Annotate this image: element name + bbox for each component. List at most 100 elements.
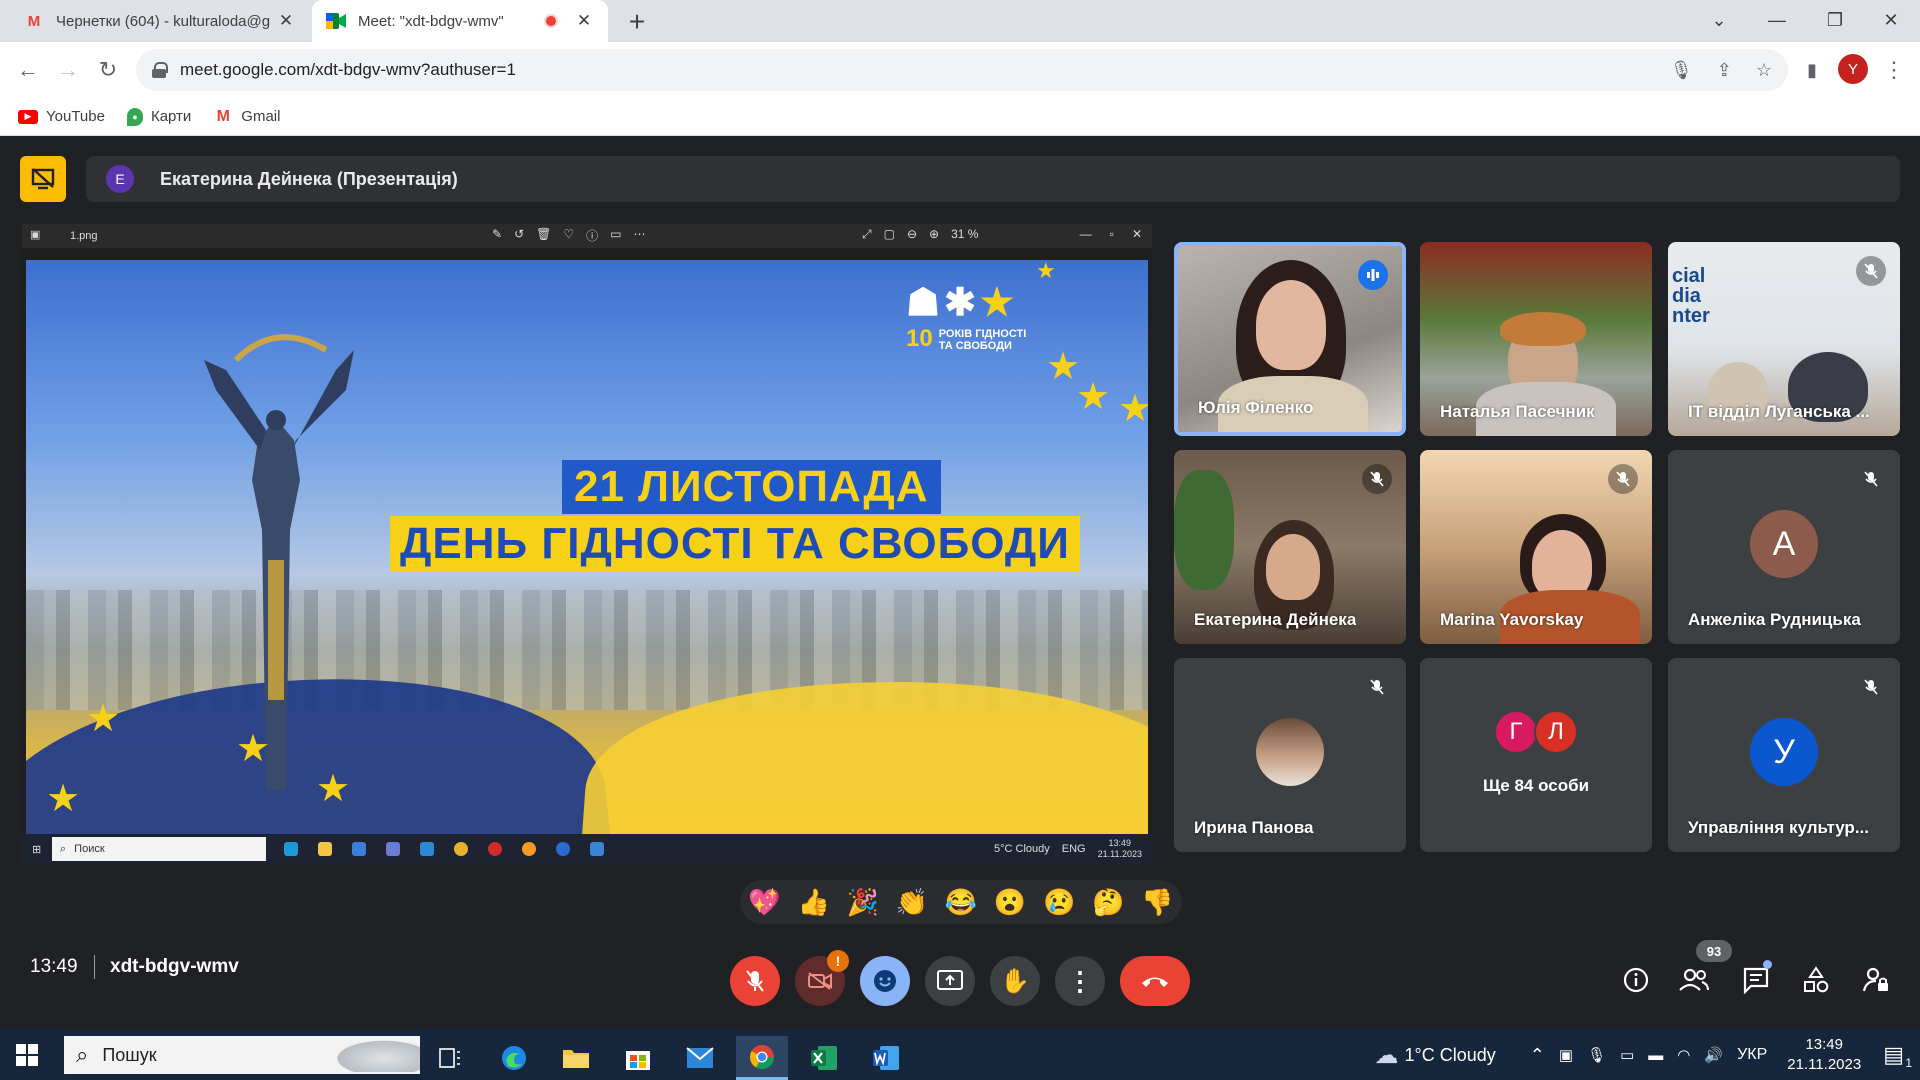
minimize-button[interactable]: — (1748, 0, 1806, 40)
volume-icon[interactable]: 🔊 (1704, 1046, 1723, 1064)
meeting-clock: 13:49 (30, 956, 78, 977)
url-text[interactable]: meet.google.com/xdt-bdgv-wmv?authuser=1 (180, 60, 516, 80)
presentation-screen[interactable]: ▣ 1.png ✎ ↺ 🗑 ♡ ⓘ ▭ ⋯ ⤢ ▢ ⊖ ⊕ 31 % — ▫ ✕… (22, 224, 1152, 864)
back-button[interactable]: ← (12, 54, 44, 86)
muted-mic-icon (1608, 464, 1638, 494)
bookmark-youtube[interactable]: ▶ YouTube (18, 108, 105, 125)
close-window-button[interactable]: ✕ (1862, 0, 1920, 40)
close-icon[interactable]: ✕ (276, 11, 296, 31)
emoji-reaction-button[interactable] (860, 956, 910, 1006)
reaction-laugh[interactable]: 😂 (941, 882, 981, 922)
muted-mic-icon (1856, 464, 1886, 494)
close-icon[interactable]: ✕ (574, 11, 594, 31)
word-icon[interactable] (860, 1036, 912, 1080)
microphone-icon[interactable]: 🎙 (1670, 60, 1693, 81)
reload-button[interactable]: ↻ (92, 54, 124, 86)
chat-button[interactable] (1738, 960, 1774, 998)
reaction-party[interactable]: 🎉 (843, 882, 883, 922)
leave-call-button[interactable] (1120, 956, 1190, 1006)
chrome-icon[interactable] (736, 1036, 788, 1080)
participant-tile[interactable]: А Анжеліка Рудницька (1668, 450, 1900, 644)
people-button[interactable] (1676, 962, 1712, 998)
mic-off-icon (746, 970, 764, 992)
participant-tile[interactable]: Екатерина Дейнека (1174, 450, 1406, 644)
slide-star: ★ (86, 698, 121, 740)
more-participants-tile[interactable]: Г Л Ще 84 особи (1420, 658, 1652, 852)
reaction-thumbs-down[interactable]: 👎 (1137, 882, 1177, 922)
bookmark-gmail[interactable]: M Gmail (213, 108, 281, 126)
present-screen-button[interactable] (925, 956, 975, 1006)
activities-button[interactable] (1798, 962, 1834, 998)
reaction-sad[interactable]: 😢 (1039, 882, 1079, 922)
slideshow-icon: ▭ (610, 227, 622, 241)
windows-start-icon[interactable] (16, 1044, 38, 1066)
host-controls-button[interactable] (1858, 962, 1894, 998)
calendar-icon (386, 842, 400, 856)
slide-star: ★ (1118, 388, 1148, 430)
info-icon: ⓘ (586, 229, 599, 243)
excel-icon[interactable] (798, 1036, 850, 1080)
edge-icon (284, 842, 298, 856)
info-icon (1623, 967, 1649, 993)
forward-button[interactable]: → (52, 54, 84, 86)
new-tab-button[interactable]: + (622, 6, 652, 38)
maps-icon: ● (126, 107, 143, 126)
file-name: 1.png (70, 230, 98, 242)
edge-icon[interactable] (488, 1036, 540, 1080)
wifi-icon[interactable]: ◠ (1677, 1046, 1690, 1064)
reaction-clap[interactable]: 👏 (892, 882, 932, 922)
notifications-icon[interactable]: ▤ 1 (1883, 1042, 1912, 1070)
tab-search-icon[interactable]: ⌄ (1690, 0, 1748, 40)
store-icon[interactable] (612, 1036, 664, 1080)
bookmark-star-icon[interactable]: ☆ (1756, 60, 1772, 81)
cloud-icon[interactable]: ☁ (1375, 1041, 1399, 1070)
participant-tile[interactable]: Наталья Пасечник (1420, 242, 1652, 436)
presentation-icon[interactable] (20, 156, 66, 202)
search-icon: ⌕ (76, 1042, 89, 1067)
zoom-out-icon: ⊖ (906, 227, 918, 241)
meeting-code: xdt-bdgv-wmv (110, 956, 239, 977)
reaction-thumbs-up[interactable]: 👍 (794, 882, 834, 922)
meeting-details-button[interactable] (1618, 962, 1654, 998)
profile-avatar[interactable]: Y (1838, 54, 1868, 84)
reaction-sparkling-heart[interactable]: 💖 (745, 882, 785, 922)
tab-meet[interactable]: Meet: "xdt-bdgv-wmv" ✕ (312, 0, 608, 42)
participant-photo-avatar (1256, 718, 1324, 786)
taskbar-search-box[interactable]: ⌕ Пошук (64, 1036, 420, 1074)
share-icon[interactable]: ⇪ (1717, 60, 1732, 81)
reaction-thinking[interactable]: 🤔 (1088, 882, 1128, 922)
menu-kebab-icon[interactable]: ⋮ (1878, 54, 1910, 86)
address-bar[interactable]: meet.google.com/xdt-bdgv-wmv?authuser=1 … (136, 49, 1788, 91)
side-panel-icon[interactable]: ▮ (1796, 54, 1828, 86)
maximize-button[interactable]: ❐ (1806, 0, 1864, 40)
weather-text[interactable]: 1°C Cloudy (1405, 1045, 1496, 1066)
raise-hand-button[interactable]: ✋ (990, 956, 1040, 1006)
clock[interactable]: 13:49 21.11.2023 (1787, 1035, 1861, 1075)
battery-icon[interactable]: ▬ (1648, 1047, 1663, 1064)
lock-icon[interactable] (152, 62, 168, 78)
participant-tile[interactable]: Юлія Філенко (1174, 242, 1406, 436)
slide-logo-text: ТА СВОБОДИ (938, 340, 1012, 352)
participant-tile[interactable]: Ирина Панова (1174, 658, 1406, 852)
clock-time: 13:49 (1805, 1036, 1843, 1053)
bookmark-maps[interactable]: ● Карти (126, 107, 191, 126)
participant-tile[interactable]: У Управління культур... (1668, 658, 1900, 852)
task-view-icon[interactable] (424, 1036, 476, 1080)
chevron-up-icon[interactable]: ⌃ (1530, 1045, 1545, 1066)
image-viewer-toolbar: ▣ 1.png ✎ ↺ 🗑 ♡ ⓘ ▭ ⋯ ⤢ ▢ ⊖ ⊕ 31 % — ▫ ✕ (22, 224, 1152, 248)
speaking-indicator-icon (1358, 260, 1388, 290)
people-count-badge: 93 (1696, 940, 1732, 962)
mail-icon[interactable] (674, 1036, 726, 1080)
microphone-icon[interactable]: 🎙 (1587, 1046, 1606, 1064)
language-indicator[interactable]: УКР (1737, 1046, 1767, 1064)
tab-gmail[interactable]: M Чернетки (604) - kulturaloda@g ✕ (10, 0, 310, 42)
file-explorer-icon[interactable] (550, 1036, 602, 1080)
display-icon[interactable]: ▭ (1620, 1046, 1634, 1064)
camera-toggle-button[interactable]: ! (795, 950, 849, 1006)
device-icon[interactable]: ▣ (1559, 1046, 1573, 1064)
participant-tile[interactable]: cial dia nter IT відділ Луганська ... (1668, 242, 1900, 436)
reaction-surprised[interactable]: 😮 (990, 882, 1030, 922)
participant-tile[interactable]: Marina Yavorskay (1420, 450, 1652, 644)
more-options-button[interactable]: ⋮ (1055, 956, 1105, 1006)
mic-toggle-button[interactable] (730, 956, 780, 1006)
